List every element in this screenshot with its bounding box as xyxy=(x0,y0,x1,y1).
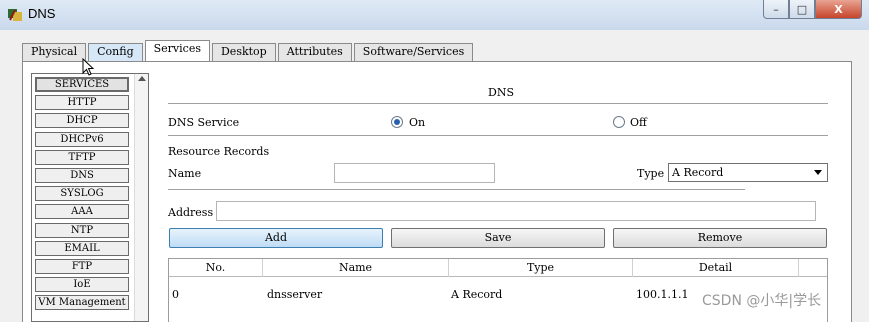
dns-off-label: Off xyxy=(630,116,647,129)
tab-attributes[interactable]: Attributes xyxy=(277,43,352,61)
heading-divider xyxy=(168,103,828,104)
column-header-type[interactable]: Type xyxy=(449,259,633,277)
services-sidebar: SERVICES HTTP DHCP DHCPv6 TFTP DNS SYSLO… xyxy=(31,73,149,322)
mouse-cursor-icon xyxy=(82,58,95,76)
sidebar-item-dhcpv6[interactable]: DHCPv6 xyxy=(35,131,129,147)
records-divider xyxy=(168,189,745,190)
sidebar-item-ntp[interactable]: NTP xyxy=(35,222,129,238)
cell-type: A Record xyxy=(451,288,503,301)
scroll-up-arrow-icon[interactable] xyxy=(138,76,146,81)
cell-name: dnsserver xyxy=(267,288,323,301)
minimize-button[interactable]: – xyxy=(763,0,789,19)
dns-on-radio[interactable] xyxy=(391,116,403,128)
tab-software-services[interactable]: Software/Services xyxy=(353,43,474,61)
sidebar-item-tftp[interactable]: TFTP xyxy=(35,149,129,165)
resource-records-label: Resource Records xyxy=(168,145,270,158)
dns-off-radio[interactable] xyxy=(613,116,625,128)
sidebar-item-aaa[interactable]: AAA xyxy=(35,204,129,220)
dns-on-label: On xyxy=(409,116,426,129)
sidebar-item-ioe[interactable]: IoE xyxy=(35,277,129,293)
tab-services[interactable]: Services xyxy=(144,40,210,61)
sidebar-item-dns[interactable]: DNS xyxy=(35,167,129,183)
watermark: CSDN @小华|学长 xyxy=(702,293,822,309)
chevron-down-icon xyxy=(814,170,822,175)
title-bar: DNS – □ X xyxy=(0,0,869,30)
sidebar-item-syslog[interactable]: SYSLOG xyxy=(35,186,129,202)
sidebar-item-email[interactable]: EMAIL xyxy=(35,240,129,256)
services-list: SERVICES HTTP DHCP DHCPv6 TFTP DNS SYSLO… xyxy=(35,77,131,313)
maximize-button[interactable]: □ xyxy=(789,0,815,19)
tab-physical[interactable]: Physical xyxy=(22,43,87,61)
sidebar-item-ftp[interactable]: FTP xyxy=(35,258,129,274)
name-input[interactable] xyxy=(334,163,495,183)
close-button[interactable]: X xyxy=(815,0,862,19)
type-select[interactable]: A Record xyxy=(668,163,828,182)
tab-config[interactable]: Config xyxy=(88,43,143,61)
column-header-detail[interactable]: Detail xyxy=(633,259,799,277)
type-label: Type xyxy=(637,167,665,180)
type-select-value: A Record xyxy=(672,166,724,179)
remove-button[interactable]: Remove xyxy=(613,228,827,248)
column-header-no[interactable]: No. xyxy=(169,259,263,277)
packet-tracer-icon xyxy=(8,9,22,21)
dns-service-label: DNS Service xyxy=(168,116,240,129)
save-button[interactable]: Save xyxy=(391,228,605,248)
sidebar-item-dhcp[interactable]: DHCP xyxy=(35,113,129,129)
service-divider xyxy=(168,135,828,136)
address-label: Address xyxy=(168,206,214,219)
services-header: SERVICES xyxy=(35,77,129,92)
sidebar-item-http[interactable]: HTTP xyxy=(35,95,129,111)
add-button[interactable]: Add xyxy=(169,228,383,248)
column-header-name[interactable]: Name xyxy=(263,259,449,277)
window-title: DNS xyxy=(28,6,56,21)
name-label: Name xyxy=(168,167,202,180)
sidebar-item-vm-management[interactable]: VM Management xyxy=(35,295,129,311)
table-header: No. Name Type Detail xyxy=(169,259,827,277)
dns-heading: DNS xyxy=(488,86,514,99)
tab-desktop[interactable]: Desktop xyxy=(211,43,276,61)
address-input[interactable] xyxy=(216,201,816,221)
cell-no: 0 xyxy=(172,288,179,301)
sidebar-scrollbar[interactable] xyxy=(134,74,148,321)
cell-detail: 100.1.1.1 xyxy=(636,288,689,301)
